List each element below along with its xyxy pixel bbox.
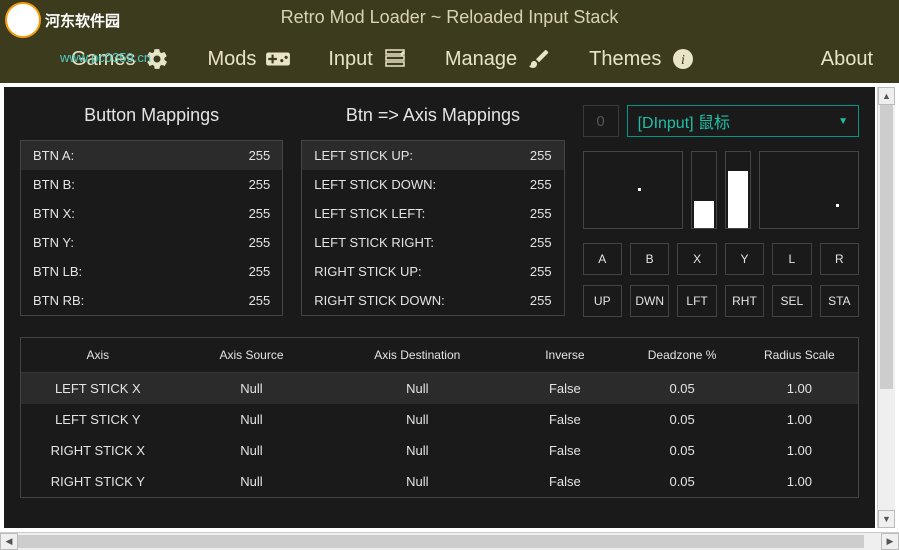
right-stick-viz — [759, 151, 859, 229]
header-radius: Radius Scale — [741, 338, 858, 372]
scroll-down-button[interactable]: ▼ — [878, 510, 895, 528]
mapping-row-ls-right[interactable]: LEFT STICK RIGHT:255 — [302, 228, 563, 257]
mapping-row-btn-y[interactable]: BTN Y:255 — [21, 228, 282, 257]
gamepad-icon — [264, 45, 292, 73]
chevron-down-icon: ▼ — [838, 116, 848, 127]
nav-label: Mods — [207, 48, 256, 71]
header-inverse: Inverse — [506, 338, 623, 372]
brush-icon — [525, 45, 553, 73]
vertical-scrollbar[interactable]: ▲ ▼ — [877, 87, 895, 528]
btn-x[interactable]: X — [677, 243, 716, 275]
trigger-viz-1 — [691, 151, 717, 229]
nav-themes[interactable]: Themes i — [571, 35, 715, 83]
title-bar: 河东软件园 Retro Mod Loader ~ Reloaded Input … — [0, 0, 899, 35]
device-index: 0 — [583, 105, 619, 137]
hscroll-track[interactable] — [18, 533, 881, 550]
mapping-row-btn-x[interactable]: BTN X:255 — [21, 199, 282, 228]
watermark-url: www.pc0359.cn — [60, 50, 151, 65]
mapping-row-btn-rb[interactable]: BTN RB:255 — [21, 286, 282, 315]
btn-y[interactable]: Y — [725, 243, 764, 275]
scroll-left-button[interactable]: ◀ — [0, 533, 18, 550]
header-source: Axis Source — [175, 338, 329, 372]
header-axis: Axis — [21, 338, 175, 372]
info-icon: i — [669, 45, 697, 73]
nav-about[interactable]: About — [803, 35, 891, 83]
nav-input[interactable]: Input — [310, 35, 426, 83]
mapping-row-ls-up[interactable]: LEFT STICK UP:255 — [302, 141, 563, 170]
mapping-row-ls-down[interactable]: LEFT STICK DOWN:255 — [302, 170, 563, 199]
watermark: 河东软件园 — [5, 2, 120, 38]
header-dest: Axis Destination — [328, 338, 506, 372]
axis-row-lsx[interactable]: LEFT STICK X Null Null False 0.05 1.00 — [21, 373, 858, 404]
btn-rht[interactable]: RHT — [725, 285, 764, 317]
hscroll-thumb[interactable] — [18, 535, 864, 548]
axis-mappings-list: LEFT STICK UP:255 LEFT STICK DOWN:255 LE… — [301, 140, 564, 316]
left-stick-viz — [583, 151, 683, 229]
btn-dwn[interactable]: DWN — [630, 285, 669, 317]
mapping-row-btn-b[interactable]: BTN B:255 — [21, 170, 282, 199]
btn-sel[interactable]: SEL — [772, 285, 811, 317]
nav-label: Manage — [445, 48, 517, 71]
btn-up[interactable]: UP — [583, 285, 622, 317]
btn-lft[interactable]: LFT — [677, 285, 716, 317]
watermark-text: 河东软件园 — [45, 10, 120, 31]
btn-b[interactable]: B — [630, 243, 669, 275]
mapping-row-btn-a[interactable]: BTN A:255 — [21, 141, 282, 170]
svg-text:i: i — [681, 53, 685, 68]
nav-manage[interactable]: Manage — [427, 35, 571, 83]
mapping-row-rs-down[interactable]: RIGHT STICK DOWN:255 — [302, 286, 563, 315]
scroll-track[interactable] — [878, 105, 895, 510]
watermark-logo — [5, 2, 41, 38]
axis-row-rsx[interactable]: RIGHT STICK X Null Null False 0.05 1.00 — [21, 435, 858, 466]
scroll-up-button[interactable]: ▲ — [878, 87, 895, 105]
form-icon — [381, 45, 409, 73]
btn-sta[interactable]: STA — [820, 285, 859, 317]
btn-l[interactable]: L — [772, 243, 811, 275]
scroll-right-button[interactable]: ▶ — [881, 533, 899, 550]
button-mappings-list: BTN A:255 BTN B:255 BTN X:255 BTN Y:255 … — [20, 140, 283, 316]
axis-row-rsy[interactable]: RIGHT STICK Y Null Null False 0.05 1.00 — [21, 466, 858, 497]
content-area: Button Mappings BTN A:255 BTN B:255 BTN … — [4, 87, 875, 528]
btn-a[interactable]: A — [583, 243, 622, 275]
nav-label: Input — [328, 48, 372, 71]
input-viz-row — [583, 151, 859, 229]
axis-table: Axis Axis Source Axis Destination Invers… — [20, 337, 859, 498]
btn-r[interactable]: R — [820, 243, 859, 275]
nav-label: About — [821, 48, 873, 71]
device-dropdown[interactable]: [DInput] 鼠标 ▼ — [627, 105, 859, 137]
horizontal-scrollbar[interactable]: ◀ ▶ — [0, 532, 899, 550]
mapping-row-rs-up[interactable]: RIGHT STICK UP:255 — [302, 257, 563, 286]
header-deadzone: Deadzone % — [624, 338, 741, 372]
nav-mods[interactable]: Mods — [189, 35, 310, 83]
app-title: Retro Mod Loader ~ Reloaded Input Stack — [0, 7, 899, 28]
axis-row-lsy[interactable]: LEFT STICK Y Null Null False 0.05 1.00 — [21, 404, 858, 435]
nav-label: Themes — [589, 48, 661, 71]
axis-mappings-title: Btn => Axis Mappings — [301, 105, 564, 126]
mapping-row-ls-left[interactable]: LEFT STICK LEFT:255 — [302, 199, 563, 228]
device-selected: [DInput] 鼠标 — [638, 109, 730, 133]
scroll-thumb[interactable] — [880, 105, 893, 389]
trigger-viz-2 — [725, 151, 751, 229]
button-mappings-title: Button Mappings — [20, 105, 283, 126]
axis-table-header: Axis Axis Source Axis Destination Invers… — [21, 338, 858, 373]
mapping-row-btn-lb[interactable]: BTN LB:255 — [21, 257, 282, 286]
